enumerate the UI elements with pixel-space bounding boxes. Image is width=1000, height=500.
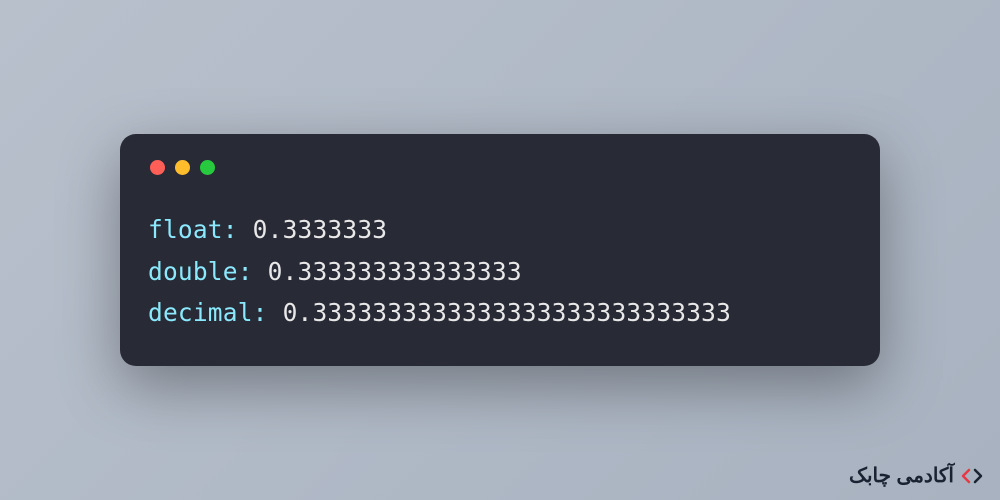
output-label: double xyxy=(148,257,238,286)
output-line: double: 0.333333333333333 xyxy=(148,251,852,293)
minimize-icon[interactable] xyxy=(175,160,190,175)
output-label: float xyxy=(148,215,223,244)
output-value: 0.333333333333333 xyxy=(268,257,522,286)
watermark-logo-icon xyxy=(960,464,984,488)
watermark-text: آکادمی چابک xyxy=(849,463,954,488)
colon: : xyxy=(238,257,268,286)
output-label: decimal xyxy=(148,298,253,327)
colon: : xyxy=(223,215,253,244)
maximize-icon[interactable] xyxy=(200,160,215,175)
colon: : xyxy=(253,298,283,327)
window-titlebar xyxy=(150,160,852,175)
watermark: آکادمی چابک xyxy=(849,463,984,488)
terminal-output: float: 0.3333333 double: 0.3333333333333… xyxy=(148,209,852,334)
output-value: 0.3333333 xyxy=(253,215,388,244)
output-line: decimal: 0.3333333333333333333333333333 xyxy=(148,292,852,334)
close-icon[interactable] xyxy=(150,160,165,175)
terminal-window: float: 0.3333333 double: 0.3333333333333… xyxy=(120,134,880,366)
output-line: float: 0.3333333 xyxy=(148,209,852,251)
output-value: 0.3333333333333333333333333333 xyxy=(283,298,732,327)
